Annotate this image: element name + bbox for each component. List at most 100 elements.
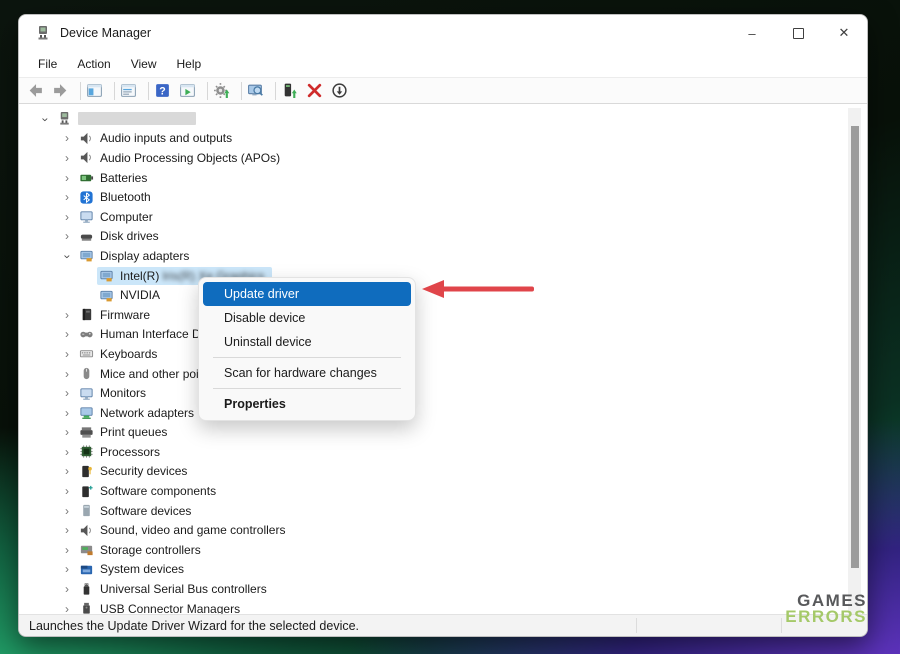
tree-item-storage-controllers[interactable]: › Storage controllers	[19, 540, 867, 560]
chevron-right-icon[interactable]: ›	[61, 230, 73, 242]
toolbar-button-update-driver-gear-icon[interactable]	[212, 80, 237, 102]
chevron-right-icon[interactable]: ›	[61, 524, 73, 536]
context-menu-item-update-driver[interactable]: Update driver	[203, 282, 411, 306]
tree-item-network-adapters[interactable]: › Network adapters	[19, 403, 867, 423]
chevron-right-icon[interactable]: ›	[61, 309, 73, 321]
toolbar-button-properties-window-icon[interactable]	[119, 80, 144, 102]
chevron-right-icon[interactable]: ›	[61, 603, 73, 615]
tree-item-firmware[interactable]: › Firmware	[19, 305, 867, 325]
minimize-button[interactable]: –	[729, 15, 775, 51]
help-icon	[154, 82, 171, 99]
tree-item-monitors[interactable]: ›Monitors	[19, 383, 867, 403]
tree-item-mice-and-other-pointing-devices[interactable]: ›Mice and other pointing devices	[19, 364, 867, 384]
toolbar	[19, 77, 867, 104]
maximize-button[interactable]	[775, 15, 821, 51]
display-adapter-icon	[99, 268, 114, 283]
toolbar-button-action-pane-icon[interactable]	[178, 80, 203, 102]
tree-item-computer[interactable]: ›Computer	[19, 207, 867, 227]
chevron-right-icon[interactable]: ›	[61, 152, 73, 164]
tree-item-keyboards[interactable]: ›Keyboards	[19, 344, 867, 364]
toolbar-button-forward-icon[interactable]	[51, 80, 76, 102]
toolbar-button-disable-device-icon[interactable]	[330, 80, 355, 102]
tree-item-content: Network adapters	[77, 404, 202, 422]
toolbar-button-scan-hardware-icon[interactable]	[246, 80, 271, 102]
forward-icon	[52, 82, 69, 99]
chevron-right-icon[interactable]: ›	[61, 426, 73, 438]
chevron-right-icon[interactable]: ›	[61, 132, 73, 144]
menu-bar: File Action View Help	[19, 51, 867, 77]
menu-action[interactable]: Action	[67, 54, 120, 74]
tree-item-display-adapters[interactable]: ›Display adapters	[19, 246, 867, 266]
battery-icon	[79, 170, 94, 185]
chevron-down-icon[interactable]: ›	[40, 113, 52, 125]
context-menu-item-scan-for-hardware-changes[interactable]: Scan for hardware changes	[203, 361, 411, 385]
chevron-right-icon[interactable]: ›	[61, 446, 73, 458]
chevron-right-icon[interactable]: ›	[61, 211, 73, 223]
tree-item-security-devices[interactable]: › Security devices	[19, 462, 867, 482]
toolbar-button-device-update-icon[interactable]	[280, 80, 305, 102]
toolbar-button-console-tree-icon[interactable]	[85, 80, 110, 102]
toolbar-separator	[241, 82, 242, 100]
tree-item-human-interface-devices[interactable]: ›Human Interface Devices	[19, 325, 867, 345]
toolbar-button-back-icon[interactable]	[26, 80, 51, 102]
chevron-right-icon[interactable]: ›	[61, 563, 73, 575]
chevron-right-icon[interactable]: ›	[61, 191, 73, 203]
usb-icon	[79, 582, 94, 597]
chevron-right-icon[interactable]: ›	[61, 485, 73, 497]
tree-item-content: Universal Serial Bus controllers	[77, 580, 275, 598]
console-tree-icon	[86, 82, 103, 99]
toolbar-button-uninstall-red-x-icon[interactable]	[305, 80, 330, 102]
tree-item-label: Security devices	[100, 464, 187, 478]
toolbar-separator	[148, 82, 149, 100]
tree-item-content: Firmware	[77, 306, 158, 324]
security-icon	[79, 464, 94, 479]
tree-item-content: System devices	[77, 560, 192, 578]
tree-item-sound-video-and-game-controllers[interactable]: ›Sound, video and game controllers	[19, 520, 867, 540]
tree-item-system-devices[interactable]: › System devices	[19, 560, 867, 580]
display-adapter-icon	[79, 248, 94, 263]
tree-item-audio-processing-objects-apos[interactable]: › Audio Processing Objects (APOs)	[19, 148, 867, 168]
chevron-right-icon[interactable]: ›	[61, 407, 73, 419]
chevron-right-icon[interactable]: ›	[61, 387, 73, 399]
chevron-down-icon[interactable]: ›	[62, 251, 74, 263]
disk-icon	[79, 229, 94, 244]
tree-item-label: Network adapters	[100, 406, 194, 420]
window-controls: – ✕	[729, 15, 867, 51]
context-menu-separator	[213, 357, 401, 358]
tree-item-processors[interactable]: ›Processors	[19, 442, 867, 462]
tree-item-universal-serial-bus-controllers[interactable]: › Universal Serial Bus controllers	[19, 579, 867, 599]
tree-item-audio-inputs-and-outputs[interactable]: ›Audio inputs and outputs	[19, 129, 867, 149]
tree-item-content: Disk drives	[77, 227, 167, 245]
menu-file[interactable]: File	[28, 54, 67, 74]
menu-help[interactable]: Help	[167, 54, 212, 74]
chevron-right-icon[interactable]: ›	[61, 583, 73, 595]
chevron-right-icon[interactable]: ›	[61, 328, 73, 340]
chevron-right-icon[interactable]: ›	[61, 544, 73, 556]
tree-item-bluetooth[interactable]: ›Bluetooth	[19, 187, 867, 207]
toolbar-button-help-icon[interactable]	[153, 80, 178, 102]
tree-item-label: Firmware	[100, 308, 150, 322]
close-button[interactable]: ✕	[821, 15, 867, 51]
chevron-right-icon[interactable]: ›	[61, 465, 73, 477]
context-menu-separator	[213, 388, 401, 389]
tree-item-label: System devices	[100, 562, 184, 576]
chevron-right-icon[interactable]: ›	[61, 368, 73, 380]
toolbar-separator	[80, 82, 81, 100]
context-menu-item-uninstall-device[interactable]: Uninstall device	[203, 330, 411, 354]
tree-item-content: Storage controllers	[77, 541, 209, 559]
chevron-right-icon[interactable]: ›	[61, 348, 73, 360]
tree-item-computer-root[interactable]: ›	[19, 109, 867, 129]
context-menu-item-disable-device[interactable]: Disable device	[203, 306, 411, 330]
tree-item-batteries[interactable]: ›Batteries	[19, 168, 867, 188]
chevron-right-icon[interactable]: ›	[61, 172, 73, 184]
tree-item-disk-drives[interactable]: › Disk drives	[19, 227, 867, 247]
vertical-scrollbar-thumb[interactable]	[851, 126, 859, 568]
tree-item-software-devices[interactable]: ›Software devices	[19, 501, 867, 521]
context-menu-item-properties[interactable]: Properties	[203, 392, 411, 416]
tree-item-software-components[interactable]: ›Software components	[19, 481, 867, 501]
chevron-right-icon[interactable]: ›	[61, 505, 73, 517]
menu-view[interactable]: View	[121, 54, 167, 74]
monitor-icon	[79, 209, 94, 224]
tree-item-content: Audio Processing Objects (APOs)	[77, 149, 288, 167]
tree-item-print-queues[interactable]: ›Print queues	[19, 423, 867, 443]
